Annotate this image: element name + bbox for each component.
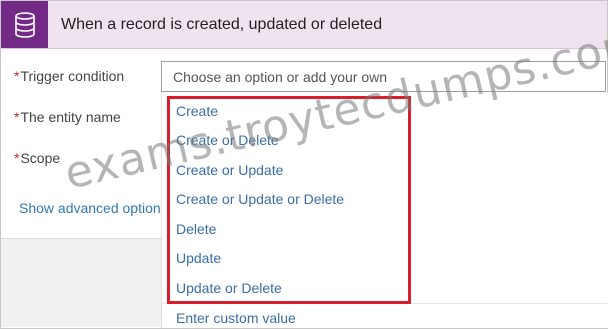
- entity-name-label: *The entity name: [14, 109, 121, 125]
- option-enter-custom-value[interactable]: Enter custom value: [176, 310, 296, 326]
- card-title: When a record is created, updated or del…: [61, 16, 383, 33]
- scope-label: *Scope: [14, 150, 61, 166]
- database-icon: [1, 1, 48, 48]
- required-marker: *: [14, 109, 20, 125]
- required-marker: *: [14, 150, 20, 166]
- show-advanced-options-link[interactable]: Show advanced options: [19, 200, 168, 216]
- card-footer-area: [1, 239, 161, 327]
- trigger-condition-label: *Trigger condition: [14, 68, 125, 84]
- card-header[interactable]: When a record is created, updated or del…: [1, 1, 607, 49]
- required-marker: *: [14, 68, 20, 84]
